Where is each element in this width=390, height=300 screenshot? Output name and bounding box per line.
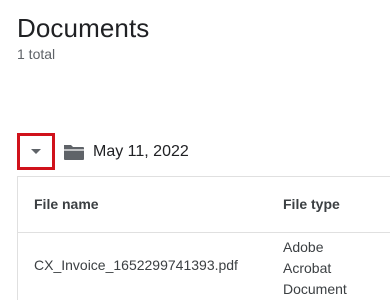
file-name-cell[interactable]: CX_Invoice_1652299741393.pdf	[34, 257, 238, 273]
caret-down-icon	[31, 148, 41, 154]
documents-page: Documents 1 total May 11, 2022 File name…	[0, 0, 390, 300]
column-header-file-type[interactable]: File type	[283, 196, 340, 212]
page-title: Documents	[17, 13, 150, 43]
folder-icon	[64, 145, 84, 160]
expand-group-button[interactable]	[17, 133, 55, 170]
table-header: File name File type	[18, 177, 390, 233]
documents-table: File name File type CX_Invoice_165229974…	[17, 176, 390, 300]
column-header-file-name[interactable]: File name	[34, 196, 99, 212]
document-count: 1 total	[17, 46, 56, 62]
file-type-cell: Adobe Acrobat Document	[283, 239, 347, 297]
group-date-label: May 11, 2022	[93, 143, 189, 160]
table-row[interactable]: CX_Invoice_1652299741393.pdf Adobe Acrob…	[18, 233, 390, 300]
date-group-header: May 11, 2022	[17, 133, 390, 173]
